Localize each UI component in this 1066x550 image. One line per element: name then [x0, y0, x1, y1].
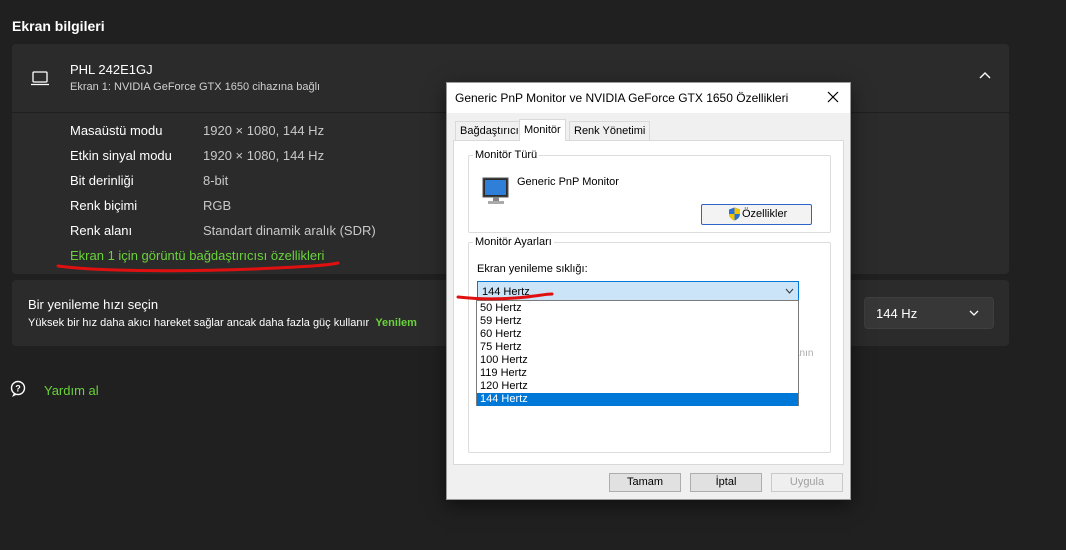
info-label-bit-depth: Bit derinliği — [70, 173, 134, 188]
refresh-option-119[interactable]: 119 Hertz — [477, 367, 798, 380]
monitor-name: PHL 242E1GJ — [70, 62, 153, 77]
tab-monitor[interactable]: Monitör — [519, 119, 566, 141]
refresh-options-list: 50 Hertz 59 Hertz 60 Hertz 75 Hertz 100 … — [476, 300, 799, 406]
refresh-rate-title: Bir yenileme hızı seçin — [28, 297, 159, 312]
close-icon[interactable] — [825, 89, 841, 105]
refresh-rate-select-value: 144 Hz — [876, 306, 918, 321]
red-underline-annotation — [56, 261, 340, 273]
monitor-settings-group-label: Monitör Ayarları — [473, 236, 554, 248]
info-value-signal-mode: 1920 × 1080, 144 Hz — [203, 148, 325, 163]
chevron-up-icon[interactable] — [978, 70, 992, 80]
properties-button[interactable]: Özellikler — [701, 204, 812, 225]
info-value-color-space: Standart dinamik aralık (SDR) — [203, 223, 376, 238]
info-label-color-space: Renk alanı — [70, 223, 133, 238]
cancel-button[interactable]: İptal — [690, 473, 762, 492]
ok-button[interactable]: Tamam — [609, 473, 681, 492]
help-chat-icon: ? — [10, 380, 26, 397]
monitor-type-group: Monitör Türü Generic PnP Monitor Özellik… — [468, 149, 831, 233]
refresh-rate-select[interactable]: 144 Hz — [864, 297, 994, 329]
dialog-title: Generic PnP Monitor ve NVIDIA GeForce GT… — [455, 91, 789, 105]
info-label-desktop-mode: Masaüstü modu — [70, 123, 163, 138]
info-label-color-format: Renk biçimi — [70, 198, 138, 213]
help-link[interactable]: Yardım al — [44, 383, 99, 398]
shield-icon — [729, 207, 740, 221]
red-underline-annotation — [456, 292, 554, 301]
monitor-type-group-label: Monitör Türü — [473, 149, 540, 161]
laptop-icon — [31, 71, 49, 86]
page-title: Ekran bilgileri — [12, 18, 105, 34]
info-value-bit-depth: 8-bit — [203, 173, 229, 188]
dialog-titlebar[interactable]: Generic PnP Monitor ve NVIDIA GeForce GT… — [447, 83, 850, 113]
refresh-rate-description: Yüksek bir hız daha akıcı hareket sağlar… — [28, 317, 417, 329]
refresh-option-60[interactable]: 60 Hertz — [477, 328, 798, 341]
info-value-desktop-mode: 1920 × 1080, 144 Hz — [203, 123, 325, 138]
properties-button-label: Özellikler — [742, 208, 788, 220]
chevron-down-icon — [785, 288, 794, 294]
monitor-type-text: Generic PnP Monitor — [517, 176, 619, 188]
refresh-option-100[interactable]: 100 Hertz — [477, 354, 798, 367]
info-label-signal-mode: Etkin sinyal modu — [70, 148, 172, 163]
refresh-option-144[interactable]: 144 Hertz — [477, 393, 798, 406]
info-value-color-format: RGB — [203, 198, 232, 213]
chevron-down-icon — [969, 310, 979, 316]
monitor-icon — [482, 177, 509, 204]
apply-button[interactable]: Uygula — [771, 473, 843, 492]
tab-color-management[interactable]: Renk Yönetimi — [569, 121, 651, 140]
screen-refresh-label: Ekran yenileme sıklığı: — [477, 263, 588, 275]
refresh-rate-description-text: Yüksek bir hız daha akıcı hareket sağlar… — [28, 317, 370, 329]
tab-adapter[interactable]: Bağdaştırıcı — [455, 121, 524, 140]
refresh-rate-learn-link[interactable]: Yenilem — [375, 317, 417, 329]
refresh-option-75[interactable]: 75 Hertz — [477, 341, 798, 354]
monitor-subtitle: Ekran 1: NVIDIA GeForce GTX 1650 cihazın… — [70, 81, 321, 93]
refresh-option-120[interactable]: 120 Hertz — [477, 380, 798, 393]
svg-text:?: ? — [15, 384, 21, 394]
refresh-option-59[interactable]: 59 Hertz — [477, 315, 798, 328]
